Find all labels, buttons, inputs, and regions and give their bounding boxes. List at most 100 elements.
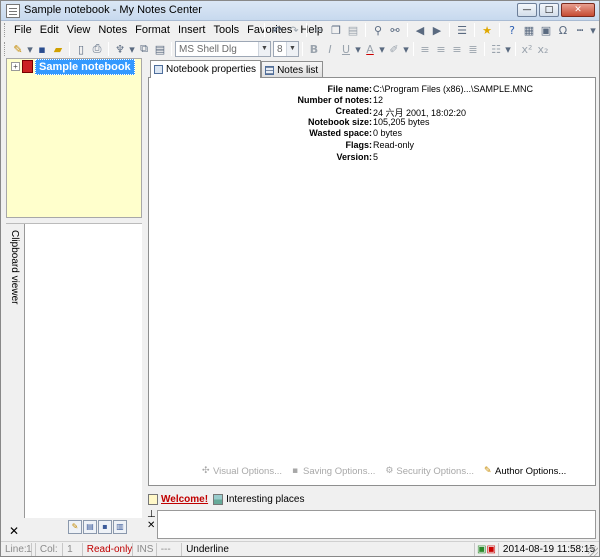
font-color-button[interactable]: A bbox=[362, 41, 378, 57]
undo-icon[interactable]: ↶ bbox=[269, 22, 285, 38]
clip-paste-icon[interactable]: ▤ bbox=[83, 520, 97, 534]
new-note-dropdown-icon[interactable]: ▾ bbox=[26, 41, 34, 57]
highlight-icon[interactable]: ✐ bbox=[386, 41, 402, 57]
clip-open-icon[interactable]: ▥ bbox=[113, 520, 127, 534]
underline-button[interactable]: U bbox=[338, 41, 354, 57]
security-options-icon: ⚙ bbox=[385, 466, 394, 476]
properties-panel: File name: C:\Program Files (x86)...\SAM… bbox=[148, 77, 596, 486]
list-icon[interactable]: ☰ bbox=[454, 22, 470, 38]
paste-icon[interactable]: ▤ bbox=[345, 22, 361, 38]
author-options-button[interactable]: ✎ Author Options... bbox=[484, 466, 566, 477]
status-style: Underline bbox=[182, 543, 475, 556]
menu-format[interactable]: Format bbox=[131, 22, 174, 38]
status-col-value: 1 bbox=[63, 543, 83, 556]
notebook-tree[interactable]: + Sample notebook bbox=[6, 58, 142, 218]
print-icon[interactable]: ⎙ bbox=[89, 41, 105, 57]
note-tab-interesting-places[interactable]: Interesting places bbox=[213, 493, 305, 505]
font-name-select[interactable]: MS Shell Dlg ▼ bbox=[175, 41, 271, 57]
tree-item-sample-notebook[interactable]: Sample notebook bbox=[35, 59, 135, 75]
italic-button[interactable]: I bbox=[322, 41, 338, 57]
notebook-status-icon[interactable]: ▣ bbox=[486, 544, 495, 555]
saving-options-button[interactable]: ▪ Saving Options... bbox=[292, 466, 375, 477]
resize-grip[interactable] bbox=[588, 546, 598, 556]
align-left-icon[interactable]: ≡ bbox=[417, 41, 433, 57]
tab-notes-list[interactable]: Notes list bbox=[261, 61, 324, 78]
find-icon[interactable]: ⚲ bbox=[370, 22, 386, 38]
clip-edit-icon[interactable]: ✎ bbox=[68, 520, 82, 534]
bullets-dropdown-icon[interactable]: ▾ bbox=[504, 41, 512, 57]
separator bbox=[302, 42, 303, 56]
redo-icon[interactable]: ↷ bbox=[286, 22, 302, 38]
clipboard-copy-icon[interactable]: ⧉ bbox=[136, 41, 152, 57]
note-side-controls: ⊥ ✕ bbox=[147, 509, 156, 531]
insert-image-icon[interactable]: ▣ bbox=[538, 22, 554, 38]
copy-icon[interactable]: ❐ bbox=[328, 22, 344, 38]
chevron-down-icon: ▼ bbox=[286, 42, 298, 56]
align-center-icon[interactable]: ≡ bbox=[433, 41, 449, 57]
more-dropdown-icon[interactable]: ▾ bbox=[589, 22, 597, 38]
menu-notes[interactable]: Notes bbox=[94, 22, 131, 38]
note-tab-label: Interesting places bbox=[226, 493, 305, 505]
cut-icon[interactable]: ✂ bbox=[311, 22, 327, 38]
visual-options-button[interactable]: ✣ Visual Options... bbox=[202, 466, 282, 477]
minimize-button[interactable]: — bbox=[517, 3, 537, 17]
tab-notebook-properties[interactable]: Notebook properties bbox=[150, 60, 262, 78]
note-tab-welcome[interactable]: Welcome! bbox=[148, 493, 208, 505]
symbol-icon[interactable]: Ω bbox=[555, 22, 571, 38]
close-button[interactable]: ✕ bbox=[561, 3, 595, 17]
property-label: Flags: bbox=[345, 140, 372, 150]
subscript-icon[interactable]: x₂ bbox=[535, 41, 551, 57]
picture-note-icon bbox=[213, 493, 224, 505]
align-right-icon[interactable]: ≡ bbox=[449, 41, 465, 57]
property-label: Created: bbox=[335, 106, 372, 116]
back-icon[interactable]: ◀ bbox=[412, 22, 428, 38]
superscript-icon[interactable]: x² bbox=[519, 41, 535, 57]
close-icon[interactable]: ✕ bbox=[147, 520, 156, 531]
underline-dropdown-icon[interactable]: ▾ bbox=[354, 41, 362, 57]
clipboard-paste-icon[interactable]: ▤ bbox=[152, 41, 168, 57]
forward-icon[interactable]: ▶ bbox=[429, 22, 445, 38]
clipboard-content-area[interactable] bbox=[24, 224, 142, 518]
menu-edit[interactable]: Edit bbox=[36, 22, 63, 38]
property-value: 12 bbox=[373, 95, 384, 105]
style-icon[interactable]: ♆ bbox=[112, 41, 128, 57]
title-bar[interactable]: Sample notebook - My Notes Center — □ ✕ bbox=[1, 1, 599, 21]
help-icon[interactable]: ? bbox=[504, 22, 520, 38]
open-folder-icon[interactable]: ▰ bbox=[50, 41, 66, 57]
menu-tools[interactable]: Tools bbox=[209, 22, 243, 38]
save-icon[interactable]: ▪ bbox=[34, 41, 50, 57]
close-icon[interactable]: ✕ bbox=[9, 524, 19, 538]
property-value: Read-only bbox=[373, 140, 415, 150]
bold-button[interactable]: B bbox=[306, 41, 322, 57]
option-label: Author Options... bbox=[495, 466, 567, 477]
pin-icon[interactable]: ⊥ bbox=[147, 509, 156, 520]
separator bbox=[499, 23, 500, 37]
property-label: File name: bbox=[327, 84, 372, 94]
new-note-icon[interactable]: ✎ bbox=[10, 41, 26, 57]
highlight-dropdown-icon[interactable]: ▾ bbox=[402, 41, 410, 57]
security-options-button[interactable]: ⚙ Security Options... bbox=[385, 466, 474, 477]
tree-expand-icon[interactable]: + bbox=[11, 62, 20, 71]
favorites-star-icon[interactable]: ★ bbox=[479, 22, 495, 38]
style-dropdown-icon[interactable]: ▾ bbox=[128, 41, 136, 57]
maximize-button[interactable]: □ bbox=[539, 3, 559, 17]
replace-icon[interactable]: ⚯ bbox=[387, 22, 403, 38]
menu-insert[interactable]: Insert bbox=[174, 22, 210, 38]
font-size-select[interactable]: 8 ▼ bbox=[273, 41, 299, 57]
print-preview-icon[interactable]: ▯ bbox=[73, 41, 89, 57]
horizontal-line-icon[interactable]: ┅ bbox=[572, 22, 588, 38]
insert-file-icon[interactable]: ▦ bbox=[521, 22, 537, 38]
font-color-dropdown-icon[interactable]: ▾ bbox=[378, 41, 386, 57]
menu-view[interactable]: View bbox=[63, 22, 95, 38]
status-bar: Line: 1 Col: 1 Read-only INS --- Underli… bbox=[1, 541, 599, 557]
tab-label: Notebook properties bbox=[166, 64, 257, 75]
format-toolbar: ✎ ▾ ▪ ▰ ▯ ⎙ ♆ ▾ ⧉ ▤ MS Shell Dlg ▼ 8 ▼ B… bbox=[1, 39, 599, 59]
font-size-value: 8 bbox=[277, 43, 283, 55]
property-value: 0 bytes bbox=[373, 128, 403, 138]
justify-icon[interactable]: ≣ bbox=[465, 41, 481, 57]
main-window: Sample notebook - My Notes Center — □ ✕ … bbox=[0, 0, 600, 557]
bullets-icon[interactable]: ☷ bbox=[488, 41, 504, 57]
note-editor[interactable] bbox=[157, 510, 596, 539]
menu-file[interactable]: File bbox=[10, 22, 36, 38]
clip-save-icon[interactable]: ▪ bbox=[98, 520, 112, 534]
